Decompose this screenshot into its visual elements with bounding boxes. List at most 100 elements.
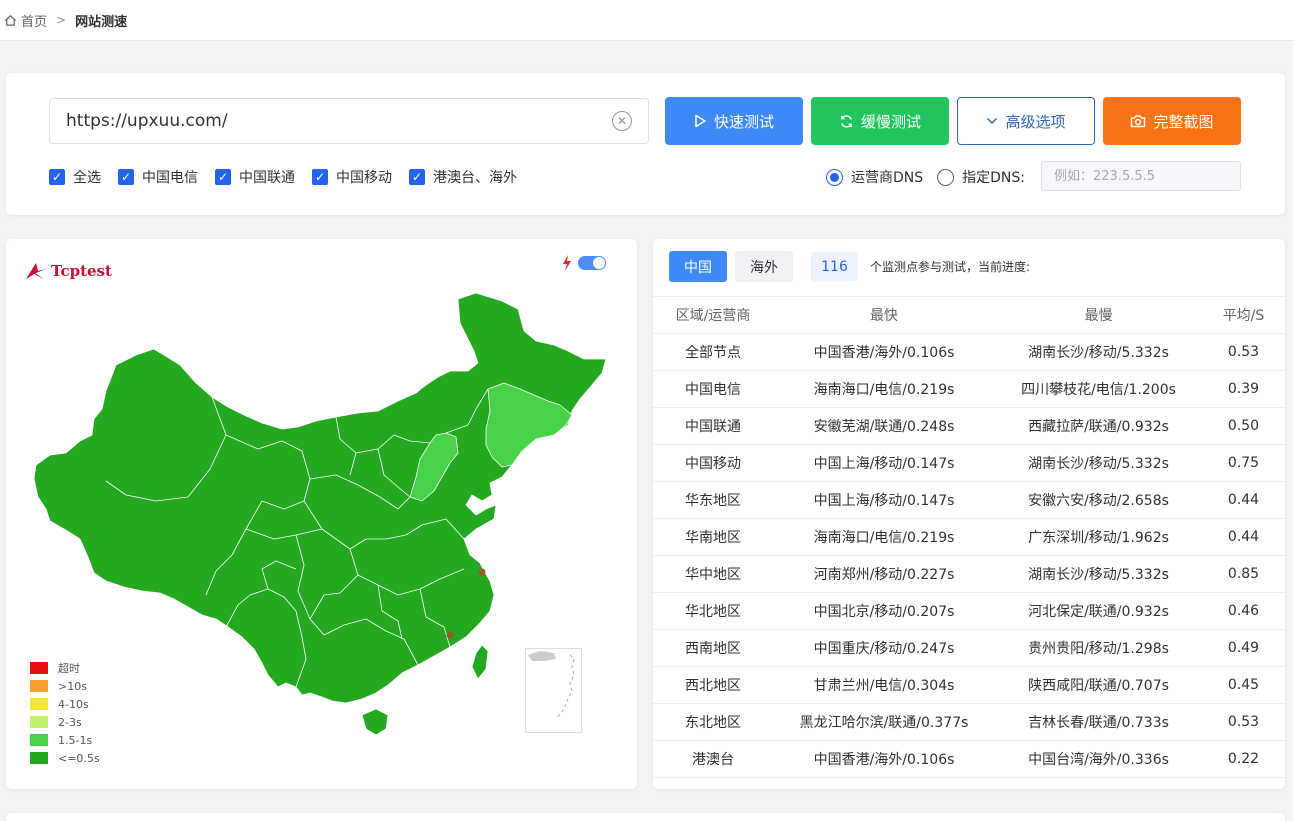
legend-label: <=0.5s	[58, 751, 100, 765]
table-header-row: 区域/运营商 最快 最慢 平均/S	[653, 296, 1285, 334]
region-cell: 华东地区	[653, 481, 773, 519]
url-input[interactable]: https://upxuu.com/ ✕	[49, 98, 649, 144]
legend-swatch	[30, 662, 48, 674]
advanced-options-button[interactable]: 高级选项	[957, 97, 1095, 145]
radio-label: 运营商DNS	[851, 170, 924, 186]
legend-label: 4-10s	[58, 697, 89, 711]
slow-test-label: 缓慢测试	[860, 112, 921, 131]
bottom-panel	[6, 813, 1285, 821]
checkbox-unicom[interactable]: ✓ 中国联通	[215, 167, 295, 187]
checkbox-label: 中国移动	[336, 170, 392, 186]
check-icon: ✓	[312, 169, 328, 185]
legend-swatch	[30, 680, 48, 692]
camera-icon	[1131, 115, 1146, 128]
map-hainan	[361, 708, 389, 736]
legend-item: >10s	[30, 677, 100, 695]
breadcrumb-home-label: 首页	[21, 14, 48, 30]
legend-item: 2-3s	[30, 713, 100, 731]
tab-overseas[interactable]: 海外	[735, 251, 793, 282]
table-row: 华中地区 河南郑州/移动/0.227s 湖南长沙/移动/5.332s 0.85	[653, 555, 1285, 593]
check-icon: ✓	[215, 169, 231, 185]
table-row: 全部节点 中国香港/海外/0.106s 湖南长沙/移动/5.332s 0.53	[653, 333, 1285, 371]
fastest-cell: 河南郑州/移动/0.227s	[773, 555, 995, 593]
table-row: 中国联通 安徽芜湖/联通/0.248s 西藏拉萨/联通/0.932s 0.50	[653, 407, 1285, 445]
region-tabs: 中国 海外 116 个监测点参与测试，当前进度:	[669, 251, 1030, 282]
column-header: 最快	[773, 296, 995, 334]
table-row: 华北地区 中国北京/移动/0.207s 河北保定/联通/0.932s 0.46	[653, 592, 1285, 630]
fastest-cell: 中国香港/海外/0.106s	[773, 740, 995, 778]
legend-swatch	[30, 752, 48, 764]
slowest-cell: 广东深圳/移动/1.962s	[995, 518, 1202, 556]
radio-dot	[826, 168, 843, 186]
table-row: 西南地区 中国重庆/移动/0.247s 贵州贵阳/移动/1.298s 0.49	[653, 629, 1285, 667]
map-legend: 超时 >10s 4-10s 2-3s 1.5-1s <=0.5s	[30, 659, 100, 767]
legend-label: >10s	[58, 679, 87, 693]
breadcrumb-home[interactable]: 首页	[4, 11, 47, 30]
radio-operator-dns[interactable]: 运营商DNS	[826, 167, 923, 187]
checkbox-label: 港澳台、海外	[433, 170, 517, 186]
region-cell: 华中地区	[653, 555, 773, 593]
average-cell: 0.39	[1202, 370, 1285, 408]
average-cell: 0.49	[1202, 629, 1285, 667]
slowest-cell: 湖南长沙/移动/5.332s	[995, 333, 1202, 371]
fastest-cell: 黑龙江哈尔滨/联通/0.377s	[773, 703, 995, 741]
map-taiwan	[471, 644, 489, 680]
slowest-cell: 湖南长沙/移动/5.332s	[995, 444, 1202, 482]
map-mainland	[33, 292, 607, 704]
fastest-cell: 中国北京/移动/0.207s	[773, 592, 995, 630]
checkbox-select-all[interactable]: ✓ 全选	[49, 167, 101, 187]
checkbox-telecom[interactable]: ✓ 中国电信	[118, 167, 198, 187]
slowest-cell: 河北保定/联通/0.932s	[995, 592, 1202, 630]
table-row: 西北地区 甘肃兰州/电信/0.304s 陕西咸阳/联通/0.707s 0.45	[653, 666, 1285, 704]
lightning-icon	[563, 255, 571, 271]
slowest-cell: 西藏拉萨/联通/0.932s	[995, 407, 1202, 445]
column-header: 区域/运营商	[653, 296, 773, 334]
checkbox-mobile[interactable]: ✓ 中国移动	[312, 167, 392, 187]
column-header: 平均/S	[1202, 296, 1285, 334]
tab-china[interactable]: 中国	[669, 251, 727, 282]
full-screenshot-button[interactable]: 完整截图	[1103, 97, 1241, 145]
refresh-icon	[841, 114, 852, 128]
isp-checkbox-group: ✓ 全选 ✓ 中国电信 ✓ 中国联通 ✓ 中国移动 ✓ 港澳台、海外	[49, 167, 534, 187]
node-count-badge: 116	[811, 252, 858, 281]
slow-test-button[interactable]: 缓慢测试	[811, 97, 949, 145]
map-marker-shenzhen	[446, 631, 454, 639]
checkbox-label: 中国联通	[239, 170, 295, 186]
table-row: 中国移动 中国上海/移动/0.147s 湖南长沙/移动/5.332s 0.75	[653, 444, 1285, 482]
legend-label: 2-3s	[58, 715, 82, 729]
url-value[interactable]: https://upxuu.com/	[66, 111, 612, 131]
fastest-cell: 海南海口/电信/0.219s	[773, 370, 995, 408]
legend-item: <=0.5s	[30, 749, 100, 767]
advanced-options-label: 高级选项	[1005, 112, 1066, 131]
chevron-down-icon	[987, 117, 998, 125]
breadcrumb-current: 网站测速	[75, 14, 128, 30]
average-cell: 0.44	[1202, 518, 1285, 556]
checkbox-label: 中国电信	[142, 170, 198, 186]
clear-icon[interactable]: ✕	[612, 111, 632, 131]
quick-test-button[interactable]: 快速测试	[665, 97, 803, 145]
region-cell: 港澳台	[653, 740, 773, 778]
toggle-switch[interactable]	[578, 256, 606, 270]
average-cell: 0.85	[1202, 555, 1285, 593]
checkbox-overseas[interactable]: ✓ 港澳台、海外	[409, 167, 517, 187]
map-toggle[interactable]	[562, 255, 606, 271]
legend-item: 超时	[30, 659, 100, 677]
fastest-cell: 安徽芜湖/联通/0.248s	[773, 407, 995, 445]
average-cell: 0.50	[1202, 407, 1285, 445]
dns-input[interactable]	[1041, 161, 1241, 191]
fastest-cell: 中国上海/移动/0.147s	[773, 481, 995, 519]
region-cell: 中国电信	[653, 370, 773, 408]
fastest-cell: 海南海口/电信/0.219s	[773, 518, 995, 556]
slowest-cell: 吉林长春/联通/0.733s	[995, 703, 1202, 741]
results-table: 区域/运营商 最快 最慢 平均/S 全部节点 中国香港/海外/0.106s 湖南长沙…	[653, 296, 1285, 778]
radio-custom-dns[interactable]: 指定DNS:	[937, 167, 1025, 187]
legend-swatch	[30, 734, 48, 746]
region-cell: 中国移动	[653, 444, 773, 482]
region-cell: 西北地区	[653, 666, 773, 704]
legend-swatch	[30, 716, 48, 728]
table-row: 华东地区 中国上海/移动/0.147s 安徽六安/移动/2.658s 0.44	[653, 481, 1285, 519]
check-icon: ✓	[118, 169, 134, 185]
map-regions	[33, 292, 607, 736]
legend-item: 4-10s	[30, 695, 100, 713]
slowest-cell: 贵州贵阳/移动/1.298s	[995, 629, 1202, 667]
